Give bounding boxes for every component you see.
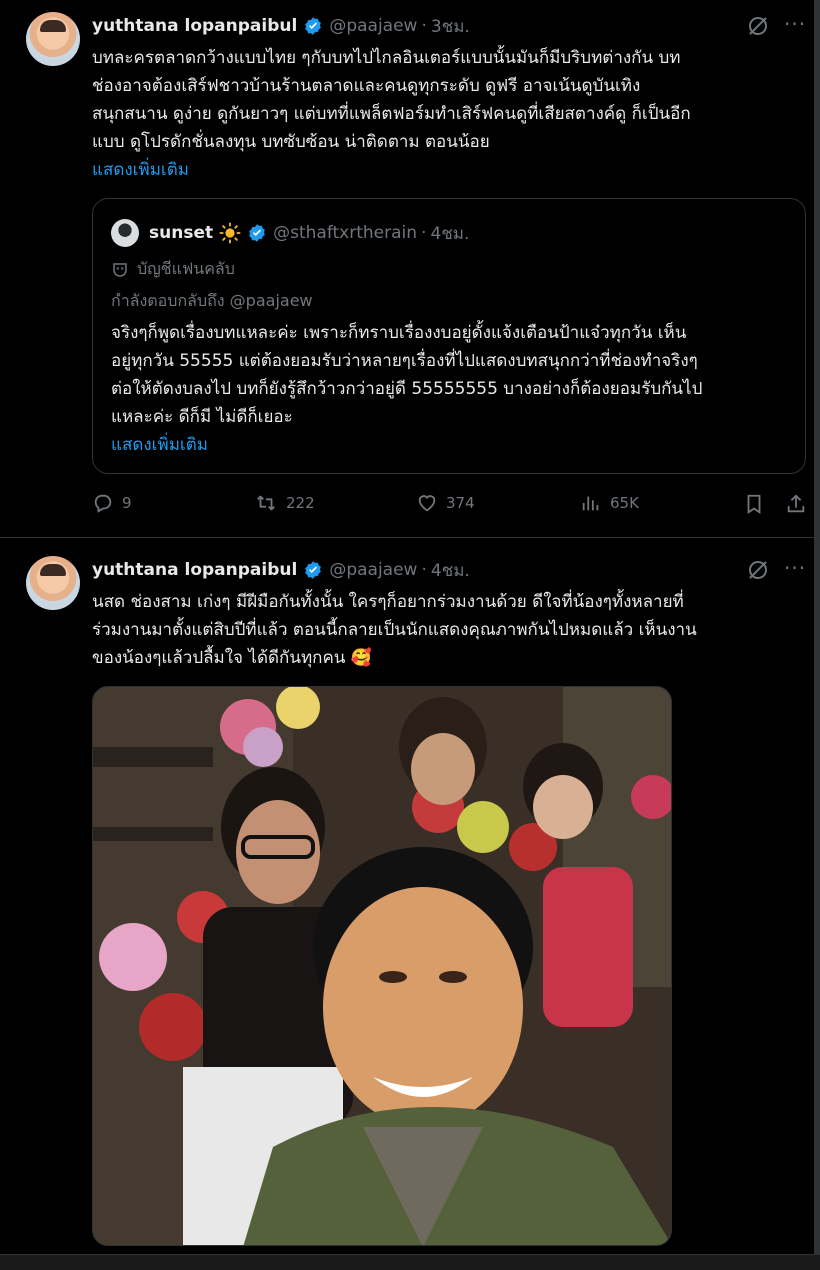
verified-badge-icon xyxy=(305,17,322,35)
timestamp[interactable]: 4ชม. xyxy=(430,220,469,247)
reply-button[interactable]: 9 xyxy=(92,492,132,514)
avatar[interactable] xyxy=(26,556,80,610)
tweet-text: บทละครตลาดกว้างแบบไทย ๆกับบทไปไกลอินเตอร… xyxy=(92,44,792,184)
quoted-tweet-text: จริงๆก็พูดเรื่องบทแหละค่ะ เพราะก็ทราบเรื… xyxy=(111,319,801,459)
more-options-icon[interactable]: ··· xyxy=(784,556,806,580)
view-count: 65K xyxy=(610,494,639,512)
like-count: 374 xyxy=(446,494,475,512)
group-selfie-image xyxy=(93,687,671,1245)
tweet-text-line: นสด ช่องสาม เก่งๆ มีฝีมือกันทั้งนั้น ใคร… xyxy=(92,592,684,612)
replying-to: กำลังตอบกลับถึง @paajaew xyxy=(111,291,313,310)
like-button[interactable]: 374 xyxy=(416,492,475,514)
fan-account-text: บัญชีแฟนคลับ xyxy=(137,259,235,278)
timestamp[interactable]: 4ชม. xyxy=(431,557,470,584)
show-more-link[interactable]: แสดงเพิ่มเติม xyxy=(92,156,792,184)
grok-icon[interactable] xyxy=(746,14,770,38)
views-button[interactable]: 65K xyxy=(580,492,639,514)
tweet-text-line: อยู่ทุกวัน 55555 แต่ต้องยอมรับว่าหลายๆเร… xyxy=(111,351,698,371)
bottom-bar xyxy=(0,1254,820,1270)
fan-account-label: บัญชีแฟนคลับ xyxy=(111,257,235,282)
reply-icon xyxy=(94,494,112,513)
author-handle[interactable]: @paajaew xyxy=(329,560,417,580)
author-name[interactable]: yuthtana lopanpaibul xyxy=(92,16,297,36)
tweet-text-line: จริงๆก็พูดเรื่องบทแหละค่ะ เพราะก็ทราบเรื… xyxy=(111,323,687,343)
separator-dot: · xyxy=(421,223,427,243)
tweet-text-line: แบบ ดูโปรดักชั่นลงทุน บทซับซ้อน น่าติดตา… xyxy=(92,132,490,152)
tweet-text-line: ต่อให้ตัดงบลงไป บทก็ยังรู้สึกว้าวกว่าอยู… xyxy=(111,379,703,399)
tweet-text-line: บทละครตลาดกว้างแบบไทย ๆกับบทไปไกลอินเตอร… xyxy=(92,48,681,68)
tweet-header: yuthtana lopanpaibul @paajaew · 3ชม. xyxy=(92,13,470,39)
tweet[interactable]: yuthtana lopanpaibul @paajaew · 4ชม. ···… xyxy=(0,538,814,1269)
show-more-link[interactable]: แสดงเพิ่มเติม xyxy=(111,431,801,459)
avatar[interactable] xyxy=(26,12,80,66)
tweet-text-line: สนุกสนาน ดูง่าย ดูกันยาวๆ แต่บทที่แพล็ตฟ… xyxy=(92,104,691,124)
reply-count: 9 xyxy=(122,494,132,512)
tweet-photo[interactable] xyxy=(92,686,672,1246)
repost-icon xyxy=(257,495,275,511)
tweet-text-line: แหละค่ะ ดีก็มี ไม่ดีก็เยอะ xyxy=(111,407,293,427)
separator-dot: · xyxy=(421,560,427,580)
repost-count: 222 xyxy=(286,494,315,512)
tweet-text-line: ร่วมงานมาตั้งแต่สิบปีที่แล้ว ตอนนี้กลายเ… xyxy=(92,620,697,640)
repost-button[interactable]: 222 xyxy=(254,492,315,514)
verified-badge-icon xyxy=(249,224,265,242)
timeline-border xyxy=(814,0,820,1269)
tweet-actions: 9 222 374 65K xyxy=(92,492,814,522)
separator-dot: · xyxy=(421,16,427,36)
mask-icon xyxy=(113,262,127,277)
verified-badge-icon xyxy=(305,561,322,579)
timestamp[interactable]: 3ชม. xyxy=(431,13,470,40)
quoted-tweet-header: sunset @sthaftxrtherain · 4ชม. xyxy=(149,220,469,246)
avatar[interactable] xyxy=(111,219,139,247)
quoted-tweet[interactable]: sunset @sthaftxrtherain · 4ชม. บัญชีแฟนค… xyxy=(92,198,806,474)
author-name[interactable]: yuthtana lopanpaibul xyxy=(92,560,297,580)
heart-icon xyxy=(418,495,436,512)
tweet-text-line: ของน้องๆแล้วปลื้มใจ ได้ดีกันทุกคน 🥰 xyxy=(92,648,373,668)
tweet-text-line: ช่องอาจต้องเสิร์ฟชาวบ้านร้านตลาดและคนดูท… xyxy=(92,76,641,96)
tweet-text: นสด ช่องสาม เก่งๆ มีฝีมือกันทั้งนั้น ใคร… xyxy=(92,588,792,672)
tweet[interactable]: yuthtana lopanpaibul @paajaew · 3ชม. ···… xyxy=(0,0,814,538)
sun-emoji-icon xyxy=(219,222,241,244)
more-options-icon[interactable]: ··· xyxy=(784,12,806,36)
grok-icon[interactable] xyxy=(746,558,770,582)
tweet-header: yuthtana lopanpaibul @paajaew · 4ชม. xyxy=(92,557,470,583)
author-handle[interactable]: @paajaew xyxy=(329,16,417,36)
author-name[interactable]: sunset xyxy=(149,223,213,243)
views-chart-icon xyxy=(582,496,599,511)
author-handle[interactable]: @sthaftxrtherain xyxy=(273,223,417,243)
share-icon[interactable] xyxy=(785,492,807,516)
bookmark-icon[interactable] xyxy=(743,492,765,516)
